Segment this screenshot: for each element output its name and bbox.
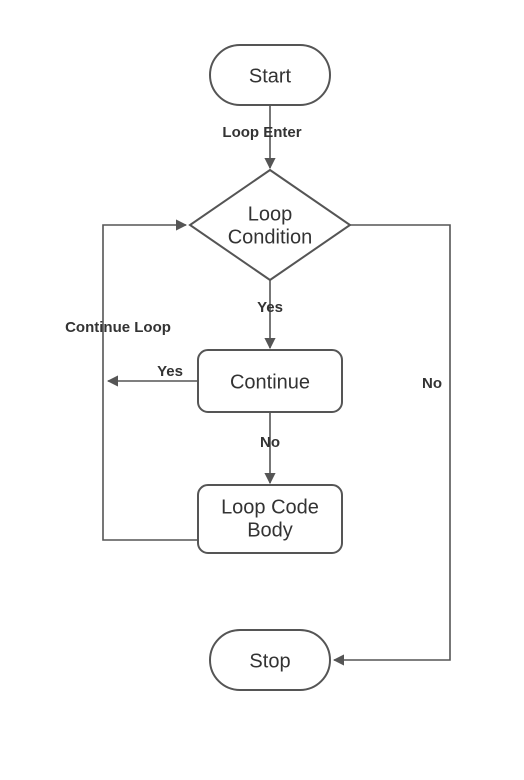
edge-continue-to-body: No bbox=[260, 412, 280, 483]
label-continue-loop: Continue Loop bbox=[65, 319, 171, 336]
continue-node: Continue bbox=[198, 350, 342, 412]
edge-continue-yes-left: Yes bbox=[108, 363, 198, 381]
edge-loopback: Continue Loop bbox=[65, 225, 198, 540]
flowchart-diagram: Start Loop Enter Loop Condition Yes Cont… bbox=[0, 0, 524, 780]
stop-label: Stop bbox=[249, 650, 290, 672]
label-no-down: No bbox=[260, 434, 280, 451]
edge-condition-to-continue: Yes bbox=[257, 280, 283, 348]
stop-node: Stop bbox=[210, 630, 330, 690]
condition-label-2: Condition bbox=[228, 226, 313, 248]
body-label-1: Loop Code bbox=[221, 496, 319, 518]
edge-start-to-condition: Loop Enter bbox=[222, 105, 301, 168]
label-no-right: No bbox=[422, 375, 442, 392]
condition-label-1: Loop bbox=[248, 203, 293, 225]
continue-label: Continue bbox=[230, 371, 310, 393]
body-label-2: Body bbox=[247, 519, 293, 541]
start-label: Start bbox=[249, 65, 292, 87]
start-node: Start bbox=[210, 45, 330, 105]
condition-node: Loop Condition bbox=[190, 170, 350, 280]
label-yes-left: Yes bbox=[157, 363, 183, 380]
edge-condition-no-to-stop: No bbox=[334, 225, 450, 660]
body-node: Loop Code Body bbox=[198, 485, 342, 553]
label-yes-down: Yes bbox=[257, 299, 283, 316]
label-loop-enter: Loop Enter bbox=[222, 124, 301, 141]
